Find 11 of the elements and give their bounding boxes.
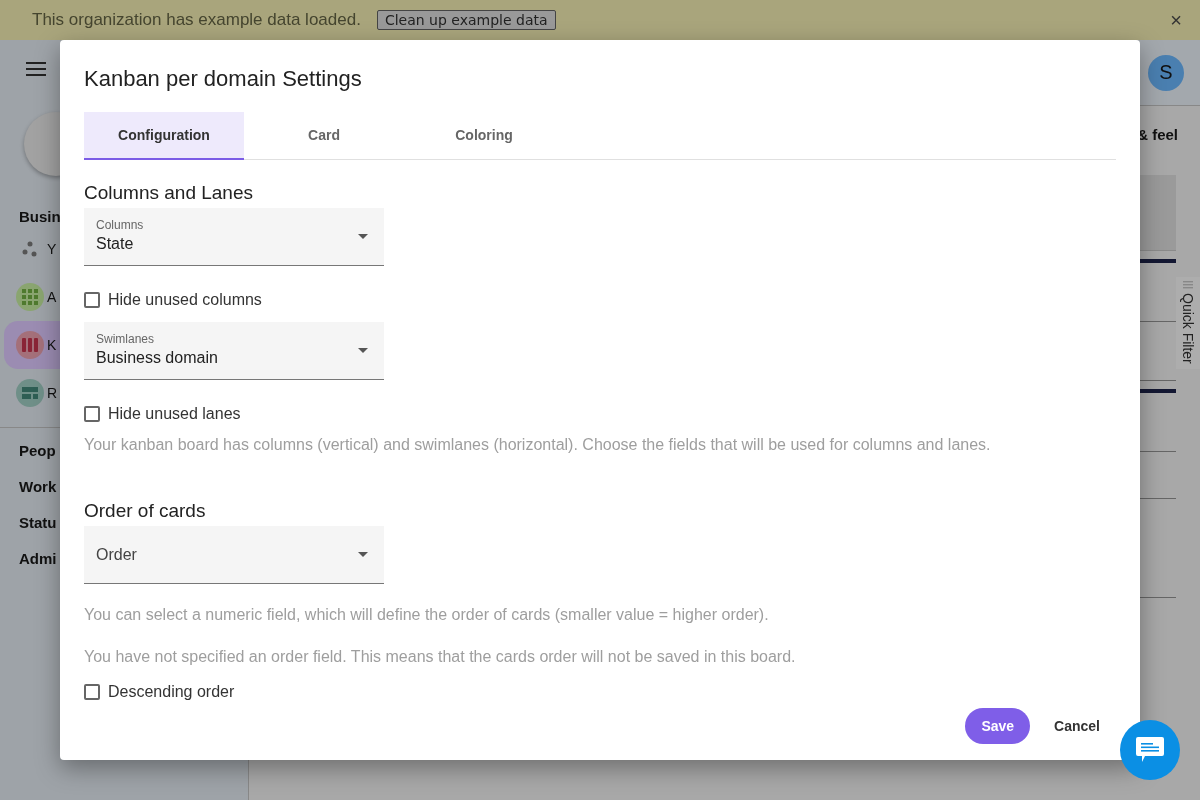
hint-text: You have not specified an order field. This means that the cards order will not be saved in this board. bbox=[84, 648, 797, 666]
section-heading: Order of cards bbox=[84, 500, 207, 522]
hint-text: You can select a numeric field, which will define the order of cards (smaller value = higher order). bbox=[84, 606, 770, 624]
checkbox-label: Hide unused columns bbox=[108, 291, 262, 309]
banner-message: This organization has example data loaded. bbox=[32, 10, 361, 30]
dialog-title: Kanban per domain Settings bbox=[84, 65, 363, 93]
checkbox-label: Hide unused lanes bbox=[108, 405, 241, 423]
sidebar-heading: Busin bbox=[19, 208, 61, 225]
checkbox-label: Descending order bbox=[108, 683, 235, 701]
section-heading: Columns and Lanes bbox=[84, 182, 254, 204]
hint-text: Your kanban board has columns (vertical) and swimlanes (horizontal). Choose the fields that will be used for columns and lanes. bbox=[84, 436, 992, 454]
